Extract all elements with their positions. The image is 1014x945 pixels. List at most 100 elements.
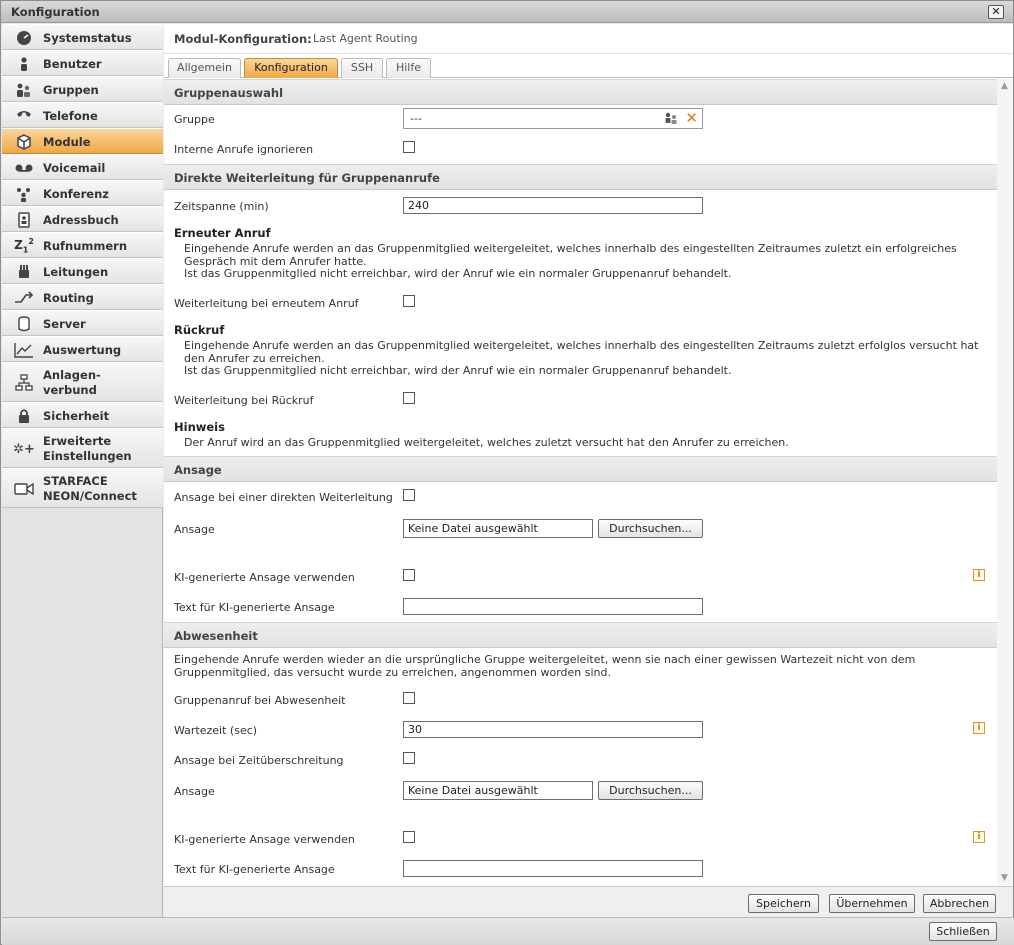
sidebar-item-benutzer[interactable]: Benutzer	[2, 50, 163, 76]
sidebar-item-label: Konferenz	[43, 186, 109, 201]
chart-icon	[14, 341, 34, 359]
close-icon[interactable]: ✕	[988, 5, 1004, 19]
voicemail-icon	[14, 159, 34, 177]
interne-anrufe-label: Interne Anrufe ignorieren	[174, 143, 314, 156]
advanced-settings-icon: ✲+	[13, 441, 35, 457]
sidebar-item-adressbuch[interactable]: Adressbuch	[2, 206, 163, 232]
sidebar-item-module[interactable]: Module	[2, 128, 163, 154]
sidebar-item-telefone[interactable]: Telefone	[2, 102, 163, 128]
gruppenanruf-abwesenheit-checkbox[interactable]	[403, 692, 415, 704]
abw-ki-ansage-checkbox[interactable]	[403, 831, 415, 843]
sidebar-item-label: Systemstatus	[43, 30, 132, 45]
abwesenheit-desc: Eingehende Anrufe werden wieder an die u…	[174, 653, 974, 679]
sidebar-item-gruppen[interactable]: Gruppen	[2, 76, 163, 102]
rueckruf-checkbox[interactable]	[403, 392, 415, 404]
tab-hilfe[interactable]: Hilfe	[386, 58, 431, 78]
info-icon[interactable]: i	[973, 831, 985, 843]
sidebar-item-konferenz[interactable]: Konferenz	[2, 180, 163, 206]
ansage-label: Ansage	[174, 523, 215, 536]
sidebar-item-auswertung[interactable]: Auswertung	[2, 336, 163, 362]
ansage-direkt-checkbox[interactable]	[403, 489, 415, 501]
apply-button[interactable]: Übernehmen	[829, 894, 915, 913]
abw-ki-text-input[interactable]	[403, 860, 703, 877]
ansage-browse-button[interactable]: Durchsuchen...	[598, 519, 703, 538]
tab-ssh[interactable]: SSH	[341, 58, 383, 78]
scroll-up-icon[interactable]: ▲	[1001, 81, 1008, 91]
clear-icon[interactable]: ✕	[685, 110, 698, 126]
desc-line: Ist das Gruppenmitglied nicht erreichbar…	[184, 364, 732, 377]
server-icon	[14, 315, 34, 333]
wartezeit-input[interactable]: 30	[403, 721, 703, 738]
info-icon[interactable]: i	[973, 569, 985, 581]
module-header-label: Modul-Konfiguration:	[174, 32, 312, 46]
sidebar: Systemstatus Benutzer Gruppen Telefone Modul…	[2, 24, 163, 917]
interne-anrufe-checkbox[interactable]	[403, 141, 415, 153]
tab-konfiguration[interactable]: Konfiguration	[244, 58, 338, 78]
gruppe-value: ---	[410, 112, 422, 125]
window-titlebar: Konfiguration ✕	[1, 1, 1013, 23]
gauge-icon	[14, 29, 34, 47]
config-content: Gruppenauswahl Gruppe --- ✕ Interne Anru…	[164, 79, 997, 885]
sidebar-item-anlagen-verbund[interactable]: Anlagen- verbund	[2, 362, 163, 402]
ki-ansage-label: KI-generierte Ansage verwenden	[174, 571, 355, 584]
desc-line: Gruppenmitglied, das versucht wurde zu e…	[174, 665, 612, 679]
hinweis-heading: Hinweis	[174, 420, 225, 434]
cube-icon	[14, 133, 34, 151]
number-icon: Z12	[14, 237, 34, 255]
sidebar-item-routing[interactable]: Routing	[2, 284, 163, 310]
sidebar-item-label: Benutzer	[43, 56, 102, 71]
ki-ansage-checkbox[interactable]	[403, 569, 415, 581]
scroll-down-icon[interactable]: ▼	[1001, 873, 1008, 883]
gruppe-select[interactable]: --- ✕	[403, 108, 703, 129]
sidebar-item-label: Anlagen- verbund	[43, 368, 101, 397]
sidebar-item-label: Erweiterte Einstellungen	[43, 434, 132, 463]
sidebar-item-erweiterte-einstellungen[interactable]: ✲+ Erweiterte Einstellungen	[2, 428, 163, 468]
info-icon[interactable]: i	[973, 722, 985, 734]
sidebar-item-label: Rufnummern	[43, 238, 128, 253]
sidebar-item-label: Sicherheit	[43, 408, 110, 423]
erneuter-anruf-desc: Eingehende Anrufe werden an das Gruppenm…	[184, 242, 984, 281]
zeitueberschreitung-label: Ansage bei Zeitüberschreitung	[174, 754, 344, 767]
close-button[interactable]: Schließen	[929, 922, 997, 941]
network-icon	[14, 374, 34, 392]
abw-ansage-browse-button[interactable]: Durchsuchen...	[598, 781, 703, 800]
lock-icon	[14, 407, 34, 425]
line-icon	[14, 263, 34, 281]
zeitspanne-input[interactable]: 240	[403, 197, 703, 214]
sidebar-item-starface-neon-connect[interactable]: STARFACE NEON/Connect	[2, 468, 163, 508]
window-title: Konfiguration	[11, 5, 100, 19]
tab-allgemein[interactable]: Allgemein	[168, 58, 241, 78]
sidebar-item-systemstatus[interactable]: Systemstatus	[2, 24, 163, 50]
ki-text-label: Text für KI-generierte Ansage	[174, 601, 335, 614]
sidebar-item-label: Module	[43, 134, 91, 149]
ki-text-input[interactable]	[403, 598, 703, 615]
window-footer: Schließen	[2, 917, 1014, 945]
cancel-button[interactable]: Abbrechen	[923, 894, 996, 913]
module-header-value: Last Agent Routing	[313, 32, 418, 45]
addressbook-icon	[14, 211, 34, 229]
sidebar-item-server[interactable]: Server	[2, 310, 163, 336]
sidebar-item-label: Telefone	[43, 108, 98, 123]
erneuter-anruf-checkbox[interactable]	[403, 295, 415, 307]
group-picker-icon[interactable]	[664, 111, 678, 128]
sidebar-item-rufnummern[interactable]: Z12 Rufnummern	[2, 232, 163, 258]
section-title: Gruppenauswahl	[174, 86, 284, 100]
zeitueberschreitung-checkbox[interactable]	[403, 752, 415, 764]
sidebar-item-sicherheit[interactable]: Sicherheit	[2, 402, 163, 428]
ansage-direkt-label: Ansage bei einer direkten Weiterleitung	[174, 491, 393, 504]
gruppe-label: Gruppe	[174, 113, 215, 126]
sidebar-item-label: STARFACE NEON/Connect	[43, 474, 137, 503]
action-bar: Speichern Übernehmen Abbrechen	[164, 886, 1013, 917]
sidebar-item-voicemail[interactable]: Voicemail	[2, 154, 163, 180]
sidebar-item-label: Server	[43, 316, 86, 331]
main-panel: Modul-Konfiguration: Last Agent Routing …	[164, 24, 1013, 917]
rueckruf-desc: Eingehende Anrufe werden an das Gruppenm…	[184, 339, 984, 378]
section-direkte-weiterleitung: Direkte Weiterleitung für Gruppenanrufe	[164, 164, 997, 190]
user-icon	[14, 55, 34, 73]
content-scrollbar[interactable]: ▲ ▼	[997, 79, 1013, 885]
gruppenanruf-abwesenheit-label: Gruppenanruf bei Abwesenheit	[174, 694, 346, 707]
abw-ansage-file-name: Keine Datei ausgewählt	[403, 781, 593, 800]
section-title: Ansage	[174, 463, 222, 477]
save-button[interactable]: Speichern	[748, 894, 819, 913]
sidebar-item-leitungen[interactable]: Leitungen	[2, 258, 163, 284]
